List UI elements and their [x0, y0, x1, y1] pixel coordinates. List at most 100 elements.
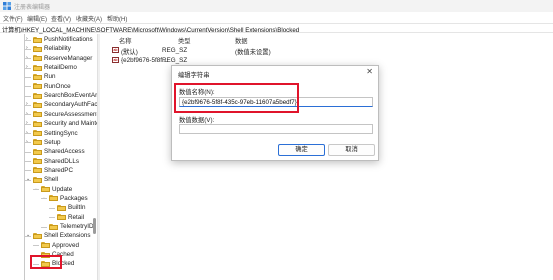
tree-key-security-and-mainte[interactable]: Security and Mainte — [33, 119, 97, 128]
tree-key-shareddlls[interactable]: SharedDLLs — [33, 157, 79, 166]
folder-icon — [33, 55, 42, 62]
tree-connector — [49, 207, 55, 209]
tree-key-setup[interactable]: Setup — [33, 138, 60, 147]
folder-icon — [33, 176, 42, 183]
dialog-title: 编辑字符串 — [178, 72, 210, 79]
tree-connector — [25, 133, 31, 134]
tree-key-packages[interactable]: Packages — [49, 194, 88, 203]
folder-icon — [33, 232, 42, 239]
folder-icon — [57, 204, 66, 211]
tree-key-settingsync[interactable]: SettingSync — [33, 129, 78, 138]
folder-icon — [49, 195, 58, 202]
tree-connector — [25, 142, 31, 144]
tree-connector — [25, 86, 31, 88]
tree-key-label: PushNotifications — [44, 36, 93, 43]
menu-view[interactable]: 查看(V) — [51, 14, 71, 23]
tree-key-retail[interactable]: Retail — [57, 213, 84, 222]
tree-key-run[interactable]: Run — [33, 72, 56, 81]
folder-icon — [33, 36, 42, 43]
tree-key-secureassessment[interactable]: SecureAssessment — [33, 110, 97, 119]
tree-key-label: SettingSync — [44, 129, 78, 137]
value-row[interactable]: ab {e2bf9676-5f8f... REG_SZ — [101, 56, 553, 65]
tree-connector — [25, 170, 31, 172]
tree-key-retaildemo[interactable]: RetailDemo — [33, 63, 77, 72]
title-bar: 注册表编辑器 — [0, 0, 553, 12]
folder-icon — [41, 186, 50, 193]
tree-connector — [25, 76, 31, 78]
tree-connector — [25, 151, 31, 153]
folder-icon — [33, 120, 42, 127]
address-path[interactable]: 计算机\HKEY_LOCAL_MACHINE\SOFTWARE\Microsof… — [2, 25, 299, 34]
tree-scrollbar[interactable] — [93, 218, 96, 234]
key-tree-pane[interactable]: ›PushNotifications›Reliability›ReserveMa… — [0, 34, 97, 280]
tree-connector — [25, 104, 31, 106]
menu-edit[interactable]: 编辑(E) — [27, 14, 47, 23]
tree-key-label: BuiltIn — [68, 204, 86, 212]
value-type: REG_SZ — [162, 47, 188, 54]
tree-key-telemetryid[interactable]: TelemetryID — [49, 222, 94, 231]
folder-icon — [33, 139, 42, 146]
menu-file[interactable]: 文件(F) — [3, 14, 23, 23]
ok-button[interactable]: 确定 — [278, 144, 325, 156]
folder-icon — [33, 83, 42, 90]
folder-icon — [33, 167, 42, 174]
value-data-field[interactable] — [179, 124, 373, 134]
tree-key-shell[interactable]: Shell — [33, 175, 58, 184]
tree-key-label: SharedDLLs — [44, 157, 80, 165]
tree-connector — [25, 235, 31, 237]
cancel-button[interactable]: 取消 — [328, 144, 375, 156]
tree-key-label: Reliability — [44, 45, 71, 53]
pane-splitter[interactable] — [97, 34, 100, 280]
menu-help[interactable]: 帮助(H) — [107, 14, 127, 23]
tree-key-reservemanager[interactable]: ReserveManager — [33, 54, 92, 63]
tree-key-secondaryauthfacto[interactable]: SecondaryAuthFacto — [33, 100, 97, 109]
string-value-icon: ab — [112, 57, 119, 63]
tree-connector — [49, 217, 55, 219]
edit-string-dialog: 编辑字符串 ✕ 数值名称(N): {e2bf9676-5f8f-435c-97e… — [171, 65, 379, 161]
tree-key-reliability[interactable]: Reliability — [33, 44, 71, 53]
tree-key-shell-extensions[interactable]: Shell Extensions — [33, 231, 91, 240]
string-value-icon: ab — [112, 47, 119, 53]
column-header-data[interactable]: 数据 — [235, 36, 248, 45]
tree-key-label: Packages — [60, 194, 88, 202]
tree-connector — [25, 114, 31, 116]
folder-icon — [33, 148, 42, 155]
tree-connector — [25, 48, 31, 50]
value-data-label: 数值数据(V): — [179, 117, 215, 124]
folder-icon — [57, 214, 66, 221]
column-header-name[interactable]: 名称 — [119, 36, 132, 45]
window-title: 注册表编辑器 — [14, 5, 51, 11]
tree-connector — [25, 39, 31, 41]
menu-bar: 文件(F) 编辑(E) 查看(V) 收藏夹(A) 帮助(H) — [0, 12, 553, 23]
tree-connector — [33, 245, 39, 247]
tree-key-pushnotifications[interactable]: PushNotifications — [33, 35, 93, 44]
tree-key-sharedaccess[interactable]: SharedAccess — [33, 147, 85, 156]
tree-key-label: Update — [52, 185, 73, 193]
column-header-type[interactable]: 类型 — [178, 36, 191, 45]
tree-connector — [25, 123, 31, 125]
tree-key-label: Run — [44, 73, 56, 81]
folder-icon — [33, 101, 42, 108]
tree-guide-line — [24, 34, 25, 280]
tree-connector — [25, 67, 31, 69]
tree-key-searchboxeventarg[interactable]: SearchBoxEventArg — [33, 91, 97, 100]
tree-connector — [25, 179, 31, 181]
folder-icon — [33, 64, 42, 71]
address-bar[interactable]: 计算机\HKEY_LOCAL_MACHINE\SOFTWARE\Microsof… — [0, 23, 553, 34]
tree-connector — [25, 58, 31, 60]
menu-favorites[interactable]: 收藏夹(A) — [76, 14, 102, 23]
tree-key-sharedpc[interactable]: SharedPC — [33, 166, 73, 175]
close-icon[interactable]: ✕ — [366, 67, 373, 76]
tree-key-builtin[interactable]: BuiltIn — [57, 203, 86, 212]
tree-connector — [33, 189, 39, 191]
tree-key-label: RetailDemo — [44, 64, 77, 72]
regedit-app-icon — [3, 2, 11, 10]
tree-key-approved[interactable]: Approved — [41, 241, 79, 250]
tree-key-label: RunOnce — [44, 82, 71, 90]
folder-icon — [33, 45, 42, 52]
tree-key-label: SharedPC — [44, 166, 74, 174]
tree-key-update[interactable]: Update — [41, 185, 72, 194]
tree-key-runonce[interactable]: RunOnce — [33, 82, 71, 91]
value-row[interactable]: ab (默认) REG_SZ (数值未设置) — [101, 46, 553, 56]
tree-key-label: SharedAccess — [44, 148, 85, 156]
